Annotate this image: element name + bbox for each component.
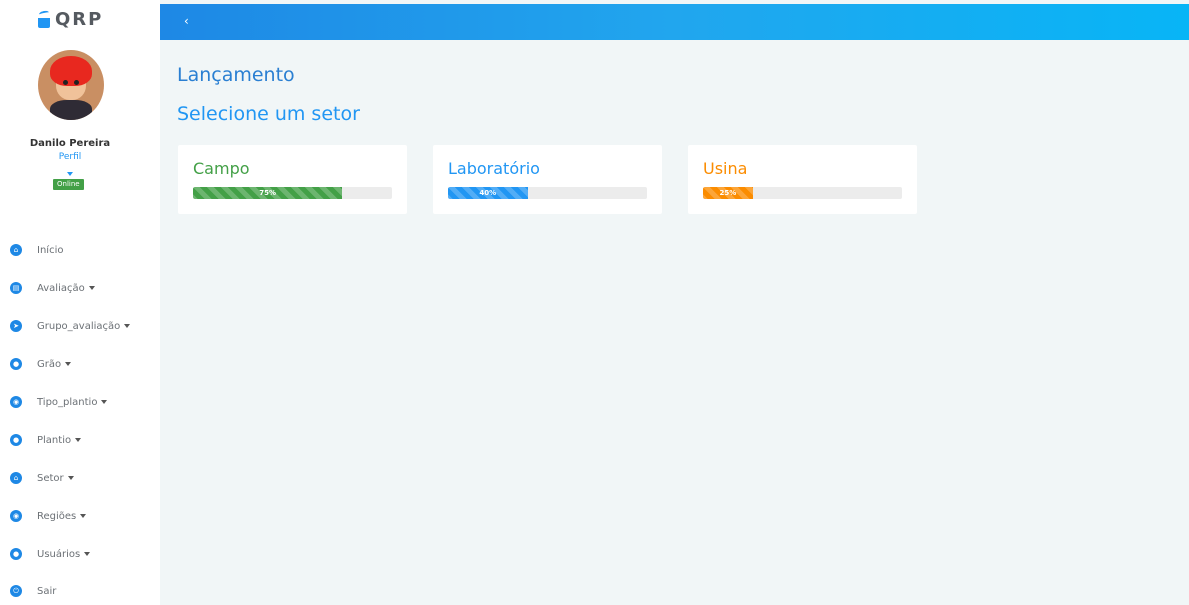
chevron-down-icon[interactable] — [67, 172, 73, 176]
sidebar-item-label: Setor — [37, 472, 64, 484]
collapse-sidebar-button[interactable]: ‹ — [184, 14, 189, 28]
brand-logo[interactable]: QRP — [37, 7, 103, 31]
home-icon: ⌂ — [10, 244, 22, 256]
page-title: Lançamento — [177, 64, 295, 86]
progress-label: 40% — [479, 189, 497, 197]
sidebar-item-label: Plantio — [37, 434, 72, 446]
progress-bar: 75% — [193, 187, 392, 199]
location-icon: ◉ — [10, 396, 22, 408]
brand-name: QRP — [55, 8, 104, 30]
sidebar-item-setor[interactable]: ⌂ Setor — [0, 464, 160, 492]
sidebar-item-usuarios[interactable]: ● Usuários — [0, 540, 160, 568]
sidebar-item-plantio[interactable]: ● Plantio — [0, 426, 160, 454]
home-icon: ⌂ — [10, 472, 22, 484]
progress-bar: 25% — [703, 187, 902, 199]
caret-down-icon — [80, 513, 87, 518]
sector-name: Campo — [193, 159, 250, 178]
plant-cup-icon — [37, 10, 51, 28]
avatar — [38, 50, 104, 120]
page-subtitle: Selecione um setor — [177, 103, 360, 125]
sector-name: Laboratório — [448, 159, 540, 178]
sector-card-laboratorio[interactable]: Laboratório 40% — [433, 145, 662, 214]
sidebar-item-label: Início — [37, 244, 64, 256]
sidebar-item-label: Usuários — [37, 548, 81, 560]
sidebar-item-tipo-plantio[interactable]: ◉ Tipo_plantio — [0, 388, 160, 416]
power-icon: ⏻ — [10, 585, 22, 597]
top-navbar: ‹ — [160, 4, 1189, 40]
progress-fill: 25% — [703, 187, 753, 199]
sector-card-usina[interactable]: Usina 25% — [688, 145, 917, 214]
sidebar-item-sair[interactable]: ⏻ Sair — [0, 577, 160, 605]
sidebar-item-label: Regiões — [37, 510, 77, 522]
sidebar-item-inicio[interactable]: ⌂ Início — [0, 236, 160, 264]
sidebar-item-grupo-avaliacao[interactable]: ➤ Grupo_avaliação — [0, 312, 160, 340]
grain-icon: ● — [10, 358, 22, 370]
sidebar-item-label: Grupo_avaliação — [37, 320, 121, 332]
sidebar-item-label: Avaliação — [37, 282, 85, 294]
caret-down-icon — [65, 361, 72, 366]
location-icon: ◉ — [10, 510, 22, 522]
status-badge: Online — [53, 179, 84, 190]
sidebar-item-label: Tipo_plantio — [37, 396, 98, 408]
progress-fill: 75% — [193, 187, 343, 199]
send-icon: ➤ — [10, 320, 22, 332]
sidebar-item-regioes[interactable]: ◉ Regiões — [0, 502, 160, 530]
caret-down-icon — [88, 285, 95, 290]
sector-name: Usina — [703, 159, 748, 178]
sidebar-item-label: Grão — [37, 358, 62, 370]
user-circle-icon: ● — [10, 548, 22, 560]
progress-bar: 40% — [448, 187, 647, 199]
sidebar-item-label: Sair — [37, 585, 57, 597]
caret-down-icon — [75, 437, 82, 442]
profile-link[interactable]: Perfil — [0, 152, 140, 162]
caret-down-icon — [67, 475, 74, 480]
caret-down-icon — [84, 551, 91, 556]
progress-label: 75% — [259, 189, 276, 197]
progress-label: 25% — [719, 189, 737, 197]
sidebar-item-avaliacao[interactable]: ▤ Avaliação — [0, 274, 160, 302]
caret-down-icon — [124, 323, 131, 328]
user-circle-icon: ● — [10, 434, 22, 446]
sector-card-campo[interactable]: Campo 75% — [178, 145, 407, 214]
progress-fill: 40% — [448, 187, 528, 199]
caret-down-icon — [101, 399, 108, 404]
sidebar-item-grao[interactable]: ● Grão — [0, 350, 160, 378]
user-name: Danilo Pereira — [29, 138, 111, 149]
clipboard-icon: ▤ — [10, 282, 22, 294]
sidebar: QRP Danilo Pereira Perfil Online ⌂ Iníci… — [0, 0, 160, 605]
